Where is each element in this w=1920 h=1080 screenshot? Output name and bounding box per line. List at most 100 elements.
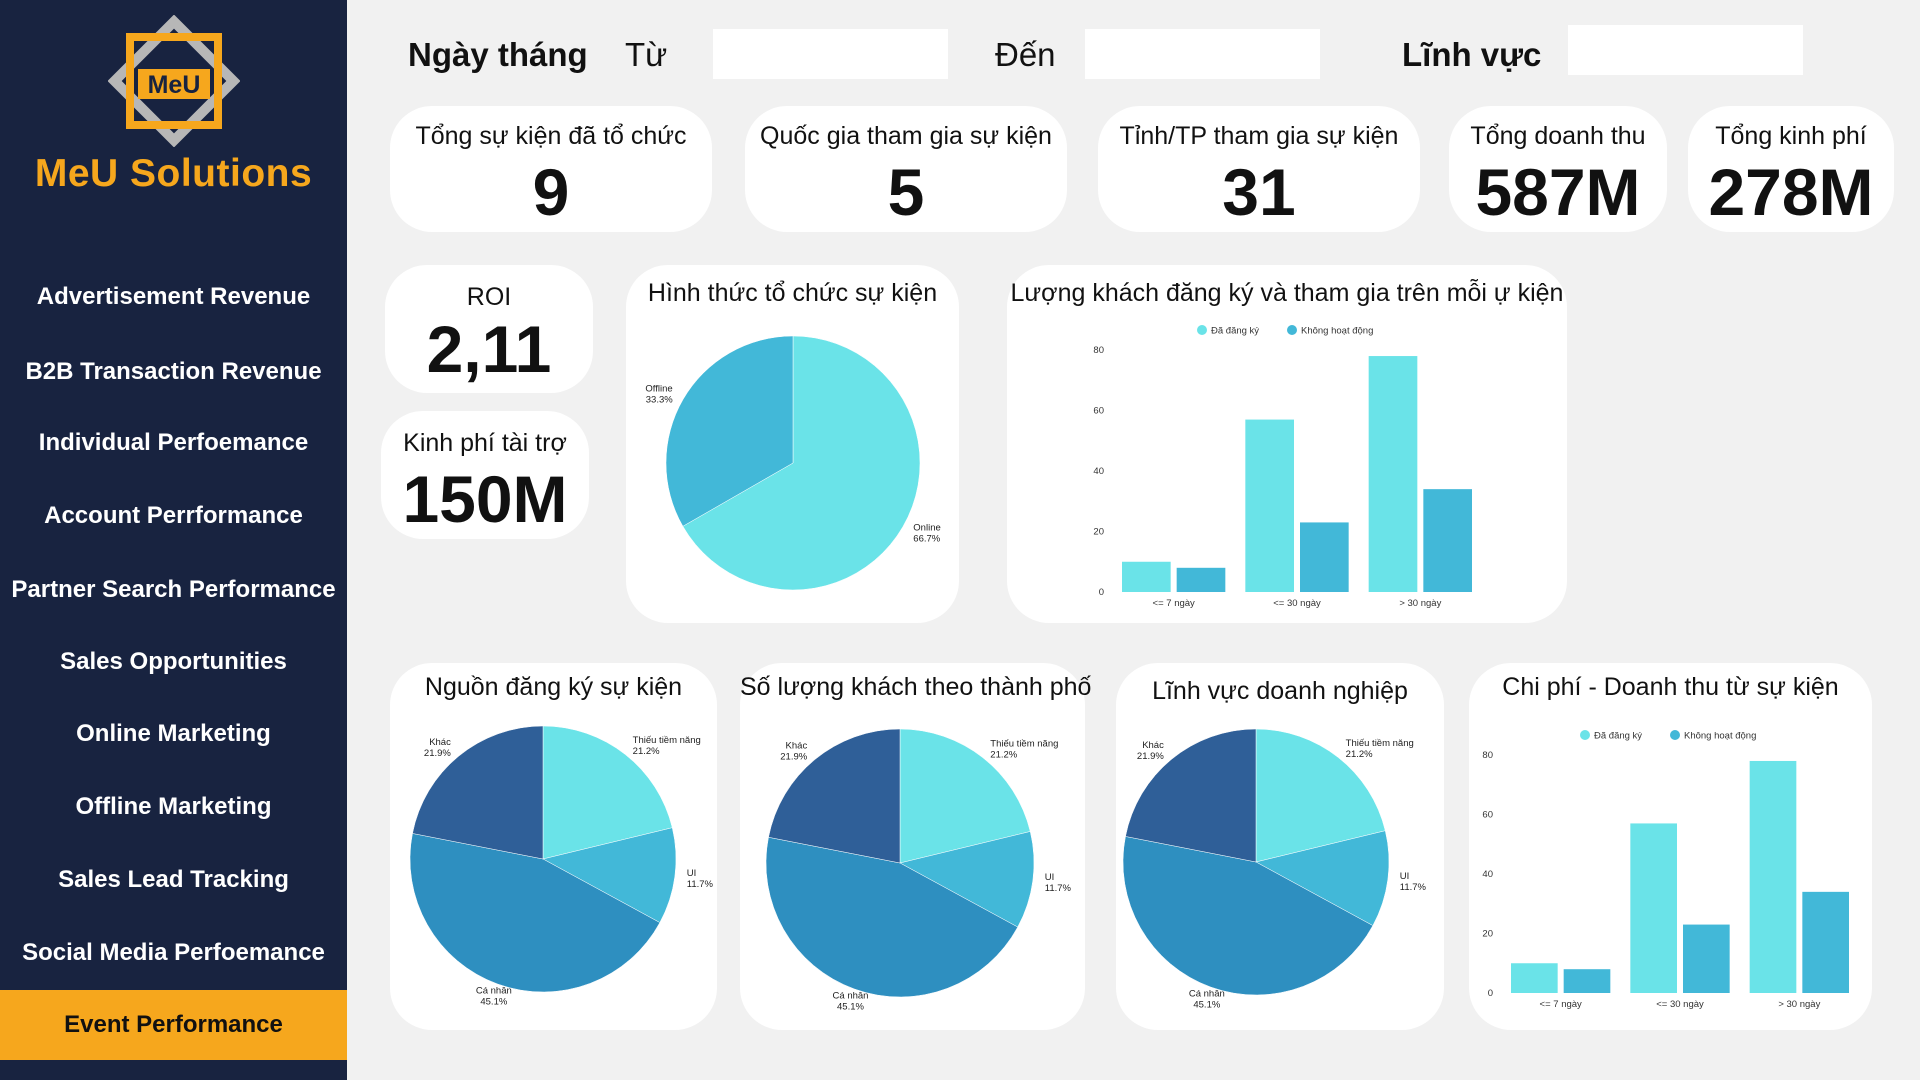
pie-pct-label: 21.9% [424,748,451,759]
y-tick-label: 80 [1482,750,1493,761]
kpi-title: Tỉnh/TP tham gia sự kiện [1119,122,1399,150]
pie-pct-label: 21.9% [780,751,807,762]
bar-da-dang-ky-0 [1511,963,1558,993]
bar-da-dang-ky-2 [1368,356,1418,592]
from-date-input[interactable] [713,29,948,79]
pie-label: UI [1045,872,1055,883]
x-tick-label: > 30 ngày [1399,598,1441,609]
y-tick-label: 40 [1093,466,1104,477]
kpi-sponsor-card: Kinh phí tài trợ 150M [381,411,589,539]
format-pie-chart: Online66.7% Offline33.3% [645,335,941,591]
y-tick-label: 60 [1482,810,1493,821]
kpi-title: Tổng doanh thu [1470,122,1646,150]
kpi-title: Quốc gia tham gia sự kiện [760,122,1052,150]
legend-marker [1287,325,1297,335]
pie-label: Online [913,523,940,534]
bar-da-dang-ky-1 [1245,419,1294,592]
sidebar-item-offline-marketing[interactable]: Offline Marketing [0,774,347,840]
kpi-roi-card: ROI 2,11 [385,265,593,393]
y-tick-label: 20 [1482,929,1493,940]
sidebar-item-partner-search-performance[interactable]: Partner Search Performance [0,557,347,623]
legend-label: Không hoạt động [1684,731,1756,742]
chart-format-card: Hình thức tổ chức sự kiện Online 66.7% Off… [626,265,959,623]
legend-marker [1197,325,1207,335]
kpi-total-revenue-card: Tổng doanh thu 587M [1449,106,1667,232]
pie-pct-label: 11.7% [1400,882,1427,893]
pie-pct-label: 21.9% [1137,751,1164,762]
kpi-countries-card: Quốc gia tham gia sự kiện 5 [745,106,1067,232]
pie-label: Khác [429,737,451,748]
chart-industry-card: Lĩnh vực doanh nghiệp Thiếu tiềm năng 21.… [1116,663,1444,1030]
x-tick-label: <= 30 ngày [1656,999,1704,1010]
bar-khong-hoat-dong-1 [1683,924,1730,993]
bar-khong-hoat-dong-2 [1423,489,1472,592]
pie-pct-label: 45.1% [837,1001,864,1012]
sidebar-item-online-marketing[interactable]: Online Marketing [0,701,347,767]
pie-pct-label: 45.1% [1193,999,1220,1010]
x-tick-label: <= 30 ngày [1273,598,1321,609]
meu-logo-icon: MeU [108,15,240,147]
x-tick-label: <= 7 ngày [1540,999,1583,1010]
pie-label: Cá nhân [1189,988,1225,999]
date-filter-label: Ngày tháng [408,36,588,73]
sidebar-item-sales-lead-tracking[interactable]: Sales Lead Tracking [0,847,347,913]
cost-revenue-bar-chart: 0 20 40 60 80 <= 7 ngày <= 30 ngày > 30 ngày Đã … [1482,730,1849,1010]
sidebar-item-account-performance[interactable]: Account Perrformance [0,483,347,549]
y-tick-label: 20 [1093,527,1104,538]
logo-text: MeU [148,71,201,99]
pie-label: Khác [786,740,808,751]
kpi-title: Tổng sự kiện đã tổ chức [415,122,687,150]
field-filter-label: Lĩnh vực [1402,36,1542,73]
pie-label: Cá nhân [476,985,512,996]
y-tick-label: 0 [1488,988,1493,999]
kpi-value: 150M [402,462,568,536]
kpi-title: Kinh phí tài trợ [403,429,567,457]
pie-pct-label: 66.7% [913,534,940,545]
pie-pct-label: 11.7% [687,879,714,890]
legend-label: Không hoạt động [1301,326,1373,337]
legend-label: Đã đăng ký [1594,731,1642,742]
x-tick-label: > 30 ngày [1778,999,1820,1010]
x-tick-label: <= 7 ngày [1153,598,1196,609]
city-pie-chart: Thiếu tiềm năng21.2% UI11.7% Cá nhân45.1% K… [765,728,1072,1012]
kpi-value: 5 [887,155,925,229]
bar-khong-hoat-dong-0 [1563,969,1611,993]
pie-label: Khác [1142,740,1164,751]
pie-pct-label: 45.1% [480,996,507,1007]
y-tick-label: 0 [1099,587,1104,598]
to-label: Đến [995,36,1056,73]
guests-bar-chart: 0 20 40 60 80 <= 7 ngày <= 30 ngày > 30 ngày Đã … [1093,325,1472,609]
pie-label: UI [1400,871,1410,882]
chart-guests-card: Lượng khách đăng ký và tham gia trên mỗi… [1007,265,1567,623]
sidebar: MeU MeU Solutions Advertisement Revenue … [0,0,347,1080]
pie-label: Cá nhân [833,990,869,1001]
sidebar-item-sales-opportunities[interactable]: Sales Opportunities [0,629,347,695]
kpi-total-cost-card: Tổng kinh phí 278M [1688,106,1894,232]
bar-da-dang-ky-2 [1749,760,1797,993]
to-date-input[interactable] [1085,29,1320,79]
legend-label: Đã đăng ký [1211,326,1259,337]
sidebar-item-social-media-performance[interactable]: Social Media Perfoemance [0,920,347,986]
field-select-input[interactable] [1568,25,1803,75]
sidebar-item-advertisement-revenue[interactable]: Advertisement Revenue [0,264,347,330]
from-label: Từ [625,36,668,73]
bar-khong-hoat-dong-1 [1300,522,1349,592]
kpi-value: 9 [532,155,570,229]
bar-khong-hoat-dong-2 [1802,891,1849,993]
kpi-value: 587M [1475,155,1641,229]
chart-cost-revenue-card: Chi phí - Doanh thu từ sự kiện 0 20 40 60 80… [1469,663,1872,1030]
sidebar-item-b2b-transaction-revenue[interactable]: B2B Transaction Revenue [0,339,347,405]
bar-da-dang-ky-0 [1122,561,1171,592]
kpi-title: ROI [466,283,512,311]
kpi-value: 31 [1222,155,1296,229]
chart-city-card: Số lượng khách theo thành phố Thiếu tiềm… [740,663,1091,1030]
kpi-value: 2,11 [426,312,552,386]
pie-label: Thiếu tiềm năng [1346,738,1414,749]
kpi-value: 278M [1708,155,1874,229]
industry-pie-chart: Thiếu tiềm năng21.2% UI11.7% Cá nhân45.1% K… [1122,728,1427,1010]
kpi-provinces-card: Tỉnh/TP tham gia sự kiện 31 [1098,106,1420,232]
sidebar-item-individual-performance[interactable]: Individual Perfoemance [0,410,347,476]
pie-pct-label: 33.3% [646,394,673,405]
sidebar-item-event-performance[interactable]: Event Performance [0,990,347,1060]
pie-pct-label: 21.2% [633,746,660,757]
